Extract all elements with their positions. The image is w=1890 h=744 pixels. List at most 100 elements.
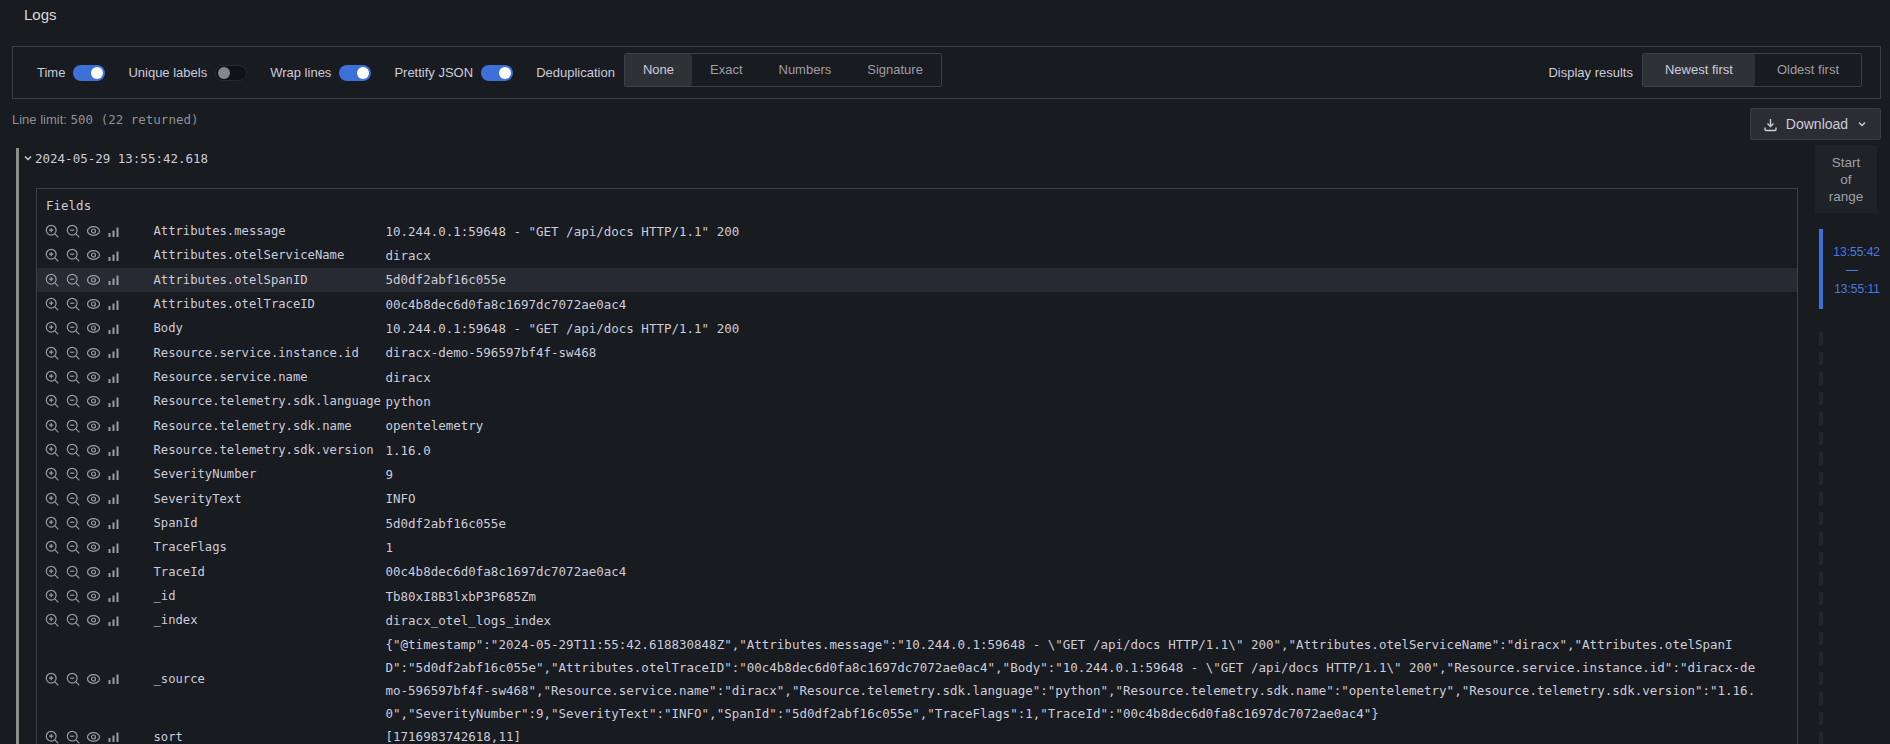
field-stats-chart-icon[interactable] — [108, 322, 120, 335]
toggle-visibility-eye-icon[interactable] — [86, 297, 101, 311]
range-dashed-line — [1819, 332, 1823, 744]
filter-for-value-icon[interactable] — [45, 467, 59, 481]
field-stats-chart-icon[interactable] — [108, 419, 120, 432]
filter-out-value-icon[interactable] — [66, 370, 80, 384]
filter-out-value-icon[interactable] — [66, 565, 80, 579]
filter-for-value-icon[interactable] — [45, 516, 59, 530]
dedup-option-none[interactable]: None — [625, 54, 692, 86]
time-toggle-knob — [91, 67, 103, 79]
filter-for-value-icon[interactable] — [45, 419, 59, 433]
filter-for-value-icon[interactable] — [45, 394, 59, 408]
field-stats-chart-icon[interactable] — [108, 371, 120, 384]
toggle-visibility-eye-icon[interactable] — [86, 419, 101, 433]
field-stats-chart-icon[interactable] — [108, 565, 120, 578]
toggle-visibility-eye-icon[interactable] — [86, 672, 101, 686]
filter-out-value-icon[interactable] — [66, 248, 80, 262]
filter-out-value-icon[interactable] — [66, 730, 80, 744]
wrap-lines-toggle[interactable] — [339, 65, 371, 81]
filter-for-value-icon[interactable] — [45, 297, 59, 311]
field-stats-chart-icon[interactable] — [108, 225, 120, 238]
filter-out-value-icon[interactable] — [66, 516, 80, 530]
toggle-visibility-eye-icon[interactable] — [86, 248, 101, 262]
field-stats-chart-icon[interactable] — [108, 541, 120, 554]
filter-out-value-icon[interactable] — [66, 394, 80, 408]
filter-out-value-icon[interactable] — [66, 613, 80, 627]
download-button[interactable]: Download — [1750, 108, 1881, 140]
field-stats-chart-icon[interactable] — [108, 273, 120, 286]
toggle-visibility-eye-icon[interactable] — [86, 224, 101, 238]
field-name: _source — [154, 672, 386, 686]
toggle-visibility-eye-icon[interactable] — [86, 730, 101, 744]
logs-options-toolbar: Time Unique labels Wrap lines Prettify J… — [12, 46, 1881, 99]
filter-out-value-icon[interactable] — [66, 297, 80, 311]
field-row: TraceId00c4b8dec6d0fa8c1697dc7072ae0ac4 — [37, 560, 1797, 584]
filter-out-value-icon[interactable] — [66, 346, 80, 360]
toggle-visibility-eye-icon[interactable] — [86, 565, 101, 579]
field-name: Attributes.otelTraceID — [154, 297, 386, 311]
time-toggle[interactable] — [73, 65, 105, 81]
field-name: Resource.telemetry.sdk.language — [154, 394, 386, 408]
filter-for-value-icon[interactable] — [45, 321, 59, 335]
filter-out-value-icon[interactable] — [66, 273, 80, 287]
filter-out-value-icon[interactable] — [66, 224, 80, 238]
filter-for-value-icon[interactable] — [45, 370, 59, 384]
toggle-visibility-eye-icon[interactable] — [86, 370, 101, 384]
field-stats-chart-icon[interactable] — [108, 590, 120, 603]
dedup-option-exact[interactable]: Exact — [692, 54, 761, 86]
filter-for-value-icon[interactable] — [45, 613, 59, 627]
dedup-option-signature[interactable]: Signature — [849, 54, 941, 86]
toggle-visibility-eye-icon[interactable] — [86, 540, 101, 554]
filter-out-value-icon[interactable] — [66, 321, 80, 335]
log-row-chevron-down-icon[interactable] — [22, 152, 34, 164]
filter-out-value-icon[interactable] — [66, 589, 80, 603]
toggle-visibility-eye-icon[interactable] — [86, 394, 101, 408]
toggle-visibility-eye-icon[interactable] — [86, 589, 101, 603]
filter-out-value-icon[interactable] — [66, 419, 80, 433]
field-stats-chart-icon[interactable] — [108, 395, 120, 408]
toggle-visibility-eye-icon[interactable] — [86, 273, 101, 287]
filter-for-value-icon[interactable] — [45, 443, 59, 457]
filter-for-value-icon[interactable] — [45, 346, 59, 360]
filter-out-value-icon[interactable] — [66, 443, 80, 457]
filter-for-value-icon[interactable] — [45, 672, 59, 686]
toggle-visibility-eye-icon[interactable] — [86, 443, 101, 457]
field-stats-chart-icon[interactable] — [108, 492, 120, 505]
filter-out-value-icon[interactable] — [66, 672, 80, 686]
filter-for-value-icon[interactable] — [45, 492, 59, 506]
field-value: 1.16.0 — [386, 439, 1758, 462]
filter-for-value-icon[interactable] — [45, 589, 59, 603]
filter-out-value-icon[interactable] — [66, 540, 80, 554]
filter-for-value-icon[interactable] — [45, 565, 59, 579]
field-stats-chart-icon[interactable] — [108, 298, 120, 311]
field-row-actions — [45, 224, 120, 238]
field-stats-chart-icon[interactable] — [108, 346, 120, 359]
toggle-visibility-eye-icon[interactable] — [86, 321, 101, 335]
filter-out-value-icon[interactable] — [66, 467, 80, 481]
display-option-oldest-first[interactable]: Oldest first — [1755, 54, 1861, 86]
field-stats-chart-icon[interactable] — [108, 614, 120, 627]
filter-for-value-icon[interactable] — [45, 224, 59, 238]
filter-for-value-icon[interactable] — [45, 730, 59, 744]
toggle-visibility-eye-icon[interactable] — [86, 467, 101, 481]
log-timestamp[interactable]: 2024-05-29 13:55:42.618 — [35, 151, 208, 166]
filter-for-value-icon[interactable] — [45, 248, 59, 262]
field-stats-chart-icon[interactable] — [108, 672, 120, 685]
prettify-json-toggle[interactable] — [481, 65, 513, 81]
toggle-visibility-eye-icon[interactable] — [86, 516, 101, 530]
field-stats-chart-icon[interactable] — [108, 730, 120, 743]
field-value: 9 — [386, 463, 1758, 486]
toggle-visibility-eye-icon[interactable] — [86, 613, 101, 627]
filter-for-value-icon[interactable] — [45, 540, 59, 554]
display-option-newest-first[interactable]: Newest first — [1643, 54, 1755, 86]
unique-labels-toggle[interactable] — [215, 65, 247, 81]
dedup-option-numbers[interactable]: Numbers — [761, 54, 850, 86]
filter-out-value-icon[interactable] — [66, 492, 80, 506]
toggle-visibility-eye-icon[interactable] — [86, 492, 101, 506]
field-stats-chart-icon[interactable] — [108, 517, 120, 530]
field-stats-chart-icon[interactable] — [108, 249, 120, 262]
field-name: TraceId — [154, 565, 386, 579]
field-stats-chart-icon[interactable] — [108, 468, 120, 481]
filter-for-value-icon[interactable] — [45, 273, 59, 287]
field-stats-chart-icon[interactable] — [108, 444, 120, 457]
toggle-visibility-eye-icon[interactable] — [86, 346, 101, 360]
